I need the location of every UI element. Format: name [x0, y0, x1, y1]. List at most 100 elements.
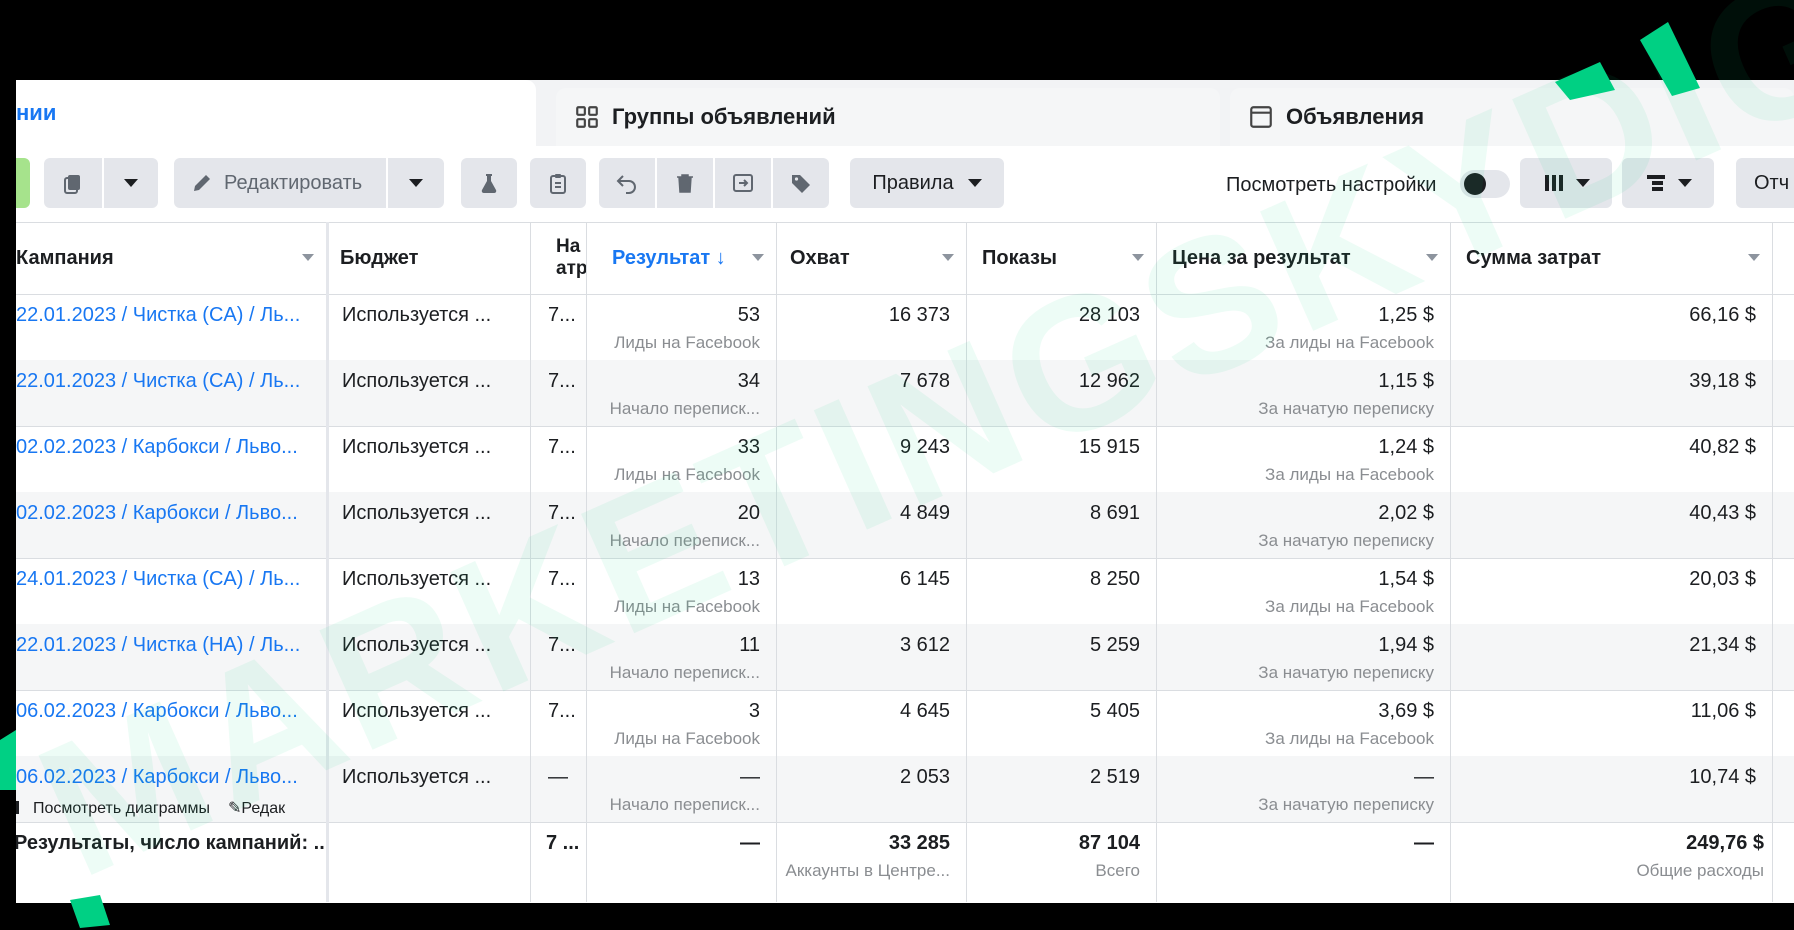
result-type: Начало переписк...	[609, 795, 760, 814]
view-charts-link[interactable]: Посмотреть диаграммы	[33, 800, 210, 817]
tab-ad-groups-label: Группы объявлений	[612, 104, 836, 129]
chevron-down-icon	[1426, 254, 1438, 261]
campaign-link[interactable]: 22.01.2023 / Чистка (НА) / Ль...	[16, 634, 300, 657]
reports-button[interactable]: Отч	[1736, 158, 1794, 208]
tab-ads[interactable]: Объявления	[1230, 88, 1794, 146]
col-impressions-header[interactable]: Показы	[966, 222, 1156, 294]
columns-dropdown[interactable]	[1520, 158, 1612, 208]
col-reach-label: Охват	[790, 246, 850, 269]
cpr-type: За лиды на Facebook	[1265, 333, 1434, 352]
cpr-type: За лиды на Facebook	[1265, 597, 1434, 616]
col-campaign-header[interactable]: Кампания	[16, 222, 326, 294]
budget-cell: Используется ...	[342, 568, 492, 590]
col-result-header[interactable]: Результат ↓	[586, 222, 776, 294]
edit-dropdown[interactable]	[388, 158, 444, 208]
cpr-value: 1,54 $	[1378, 568, 1434, 590]
export-button[interactable]	[715, 158, 771, 208]
cpr-type: За начатую переписку	[1258, 531, 1434, 550]
export-icon	[733, 174, 753, 192]
cpr-type: За начатую переписку	[1258, 663, 1434, 682]
budget-cell: Используется ...	[342, 700, 492, 722]
reach-cell: 4 645	[899, 700, 950, 722]
chevron-down-icon	[1576, 179, 1590, 187]
col-spend-header[interactable]: Сумма затрат	[1450, 222, 1772, 294]
edit-link[interactable]: Редак	[241, 800, 285, 817]
attr-cell: 7...	[548, 304, 576, 326]
table-row[interactable]: 24.01.2023 / Чистка (CA) / Ль... Использу…	[16, 558, 1794, 624]
spend-cell: 21,34 $	[1689, 634, 1756, 656]
reach-cell: 7 678	[899, 370, 950, 392]
table-row[interactable]: 06.02.2023 / Карбокси / Льво... Посмотрет…	[16, 756, 1794, 822]
copy-icon	[64, 175, 80, 194]
result-type: Лиды на Facebook	[614, 597, 760, 616]
rules-dropdown[interactable]: Правила	[850, 158, 1004, 208]
result-type: Лиды на Facebook	[614, 729, 760, 748]
chevron-down-icon	[752, 254, 764, 261]
result-type: Лиды на Facebook	[614, 333, 760, 352]
chart-icon	[16, 801, 31, 814]
campaign-link[interactable]: 02.02.2023 / Карбокси / Льво...	[16, 436, 298, 459]
clipboard-icon	[550, 174, 566, 194]
campaign-link[interactable]: 06.02.2023 / Карбокси / Льво...	[16, 700, 298, 723]
result-value: 11	[739, 634, 760, 656]
pencil-icon	[194, 175, 210, 191]
tag-button[interactable]	[773, 158, 829, 208]
col-cpr-label: Цена за результат	[1172, 246, 1351, 269]
attr-cell: 7...	[548, 634, 576, 656]
tab-ad-groups[interactable]: Группы объявлений	[556, 88, 1220, 146]
reach-cell: 2 053	[899, 766, 950, 788]
breakdown-dropdown[interactable]	[1622, 158, 1714, 208]
impressions-cell: 15 915	[1078, 436, 1140, 458]
campaign-link[interactable]: 22.01.2023 / Чистка (CA) / Ль...	[16, 370, 300, 393]
totals-reach: 33 285	[888, 832, 950, 854]
col-spend-label: Сумма затрат	[1466, 246, 1602, 269]
col-reach-header[interactable]: Охват	[776, 222, 966, 294]
table-row[interactable]: 06.02.2023 / Карбокси / Льво... Используе…	[16, 690, 1794, 756]
col-budget-header[interactable]: Бюджет	[328, 222, 530, 294]
spend-cell: 40,82 $	[1689, 436, 1756, 458]
cpr-type: За начатую переписку	[1258, 399, 1434, 418]
result-type: Лиды на Facebook	[614, 465, 760, 484]
ab-test-button[interactable]	[461, 158, 517, 208]
table-row[interactable]: 02.02.2023 / Карбокси / Льво... Используе…	[16, 426, 1794, 492]
col-cpr-header[interactable]: Цена за результат	[1156, 222, 1450, 294]
col-impressions-label: Показы	[982, 246, 1057, 269]
table-row[interactable]: 22.01.2023 / Чистка (CA) / Ль... Использу…	[16, 360, 1794, 426]
col-attr-label: На атр	[556, 236, 586, 279]
chevron-down-icon	[942, 254, 954, 261]
clipboard-button[interactable]	[530, 158, 586, 208]
chevron-down-icon	[1132, 254, 1144, 261]
table-row[interactable]: 22.01.2023 / Чистка (НА) / Ль... Использу…	[16, 624, 1794, 690]
duplicate-dropdown[interactable]	[104, 158, 158, 208]
budget-cell: Используется ...	[342, 370, 492, 392]
campaign-link[interactable]: 06.02.2023 / Карбокси / Льво...	[16, 766, 298, 789]
edit-button[interactable]: Редактировать	[174, 158, 386, 208]
delete-button[interactable]	[657, 158, 713, 208]
totals-result: —	[740, 832, 760, 854]
campaign-link[interactable]: 02.02.2023 / Карбокси / Льво...	[16, 502, 298, 525]
undo-button[interactable]	[599, 158, 655, 208]
edit-label: Редактировать	[224, 171, 363, 194]
campaign-link[interactable]: 22.01.2023 / Чистка (CA) / Ль...	[16, 304, 300, 327]
tab-campaigns[interactable]: нии	[16, 80, 536, 146]
totals-cpr: —	[1414, 832, 1434, 854]
tag-icon	[792, 175, 810, 193]
table-row[interactable]: 02.02.2023 / Карбокси / Льво... Используе…	[16, 492, 1794, 558]
attr-cell: 7...	[548, 568, 576, 590]
chevron-down-icon	[409, 179, 423, 187]
create-button[interactable]	[16, 158, 30, 208]
toggle-knob	[1464, 173, 1486, 195]
result-value: 3	[748, 700, 760, 722]
view-settings-toggle[interactable]	[1460, 170, 1510, 198]
totals-spend-sub: Общие расходы	[1636, 861, 1764, 880]
totals-attr: 7 ...	[546, 832, 580, 854]
cpr-type: За лиды на Facebook	[1265, 465, 1434, 484]
cpr-value: —	[1414, 766, 1434, 788]
col-attr-header[interactable]: На атр	[530, 222, 586, 294]
table-row[interactable]: 22.01.2023 / Чистка (CA) / Ль... Использу…	[16, 294, 1794, 360]
col-budget-label: Бюджет	[340, 246, 419, 269]
budget-cell: Используется ...	[342, 304, 492, 326]
spend-cell: 40,43 $	[1689, 502, 1756, 524]
duplicate-button[interactable]	[44, 158, 102, 208]
campaign-link[interactable]: 24.01.2023 / Чистка (CA) / Ль...	[16, 568, 300, 591]
